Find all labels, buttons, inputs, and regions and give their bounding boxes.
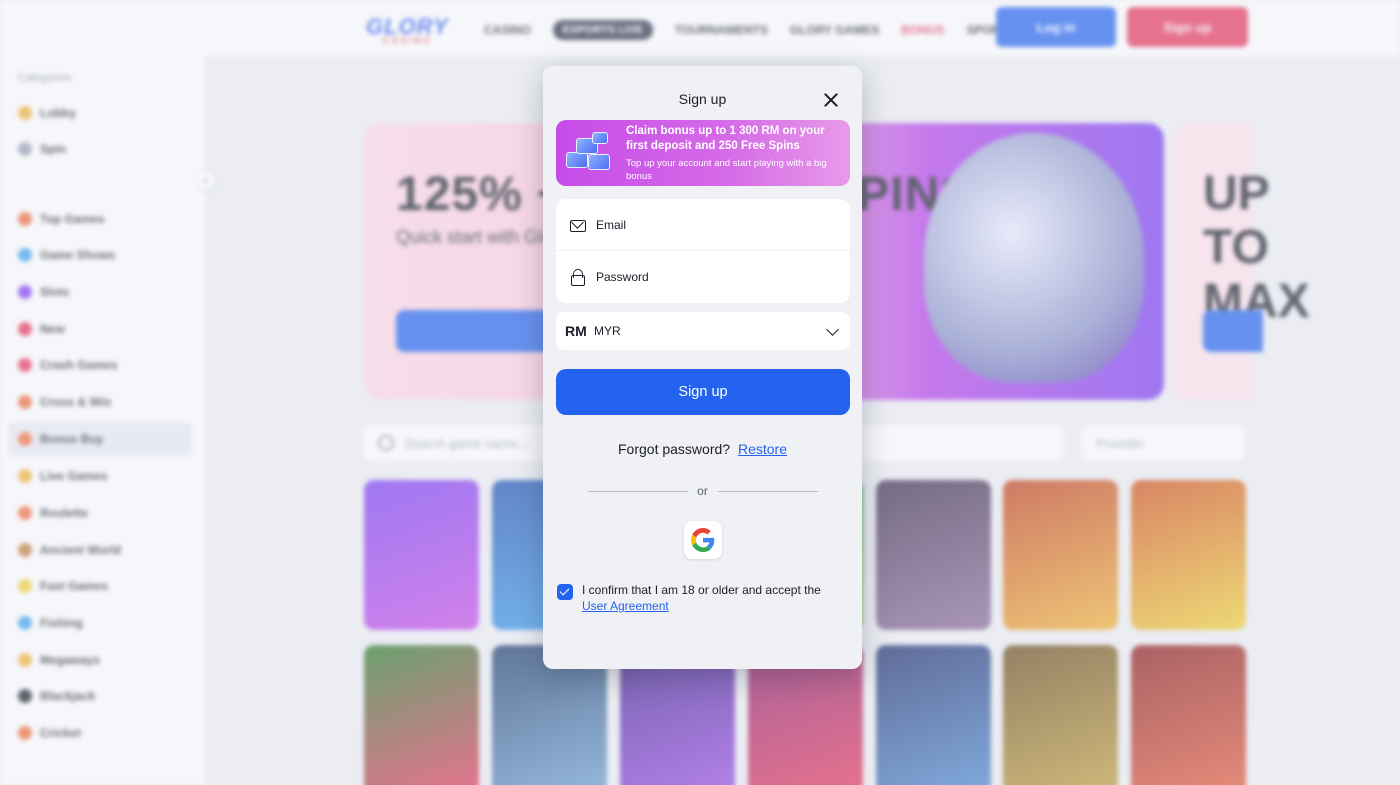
google-signin-button[interactable] bbox=[684, 521, 722, 559]
signup-submit-button[interactable]: Sign up bbox=[556, 369, 850, 415]
user-agreement-link[interactable]: User Agreement bbox=[582, 599, 669, 613]
password-input[interactable] bbox=[596, 270, 826, 284]
google-icon bbox=[691, 528, 715, 552]
promo-headline: Claim bonus up to 1 300 RM on your first… bbox=[626, 125, 825, 152]
chevron-down-icon bbox=[826, 323, 839, 336]
forgot-password-text: Forgot password? bbox=[618, 441, 731, 457]
age-confirm-label: I confirm that I am 18 or older and acce… bbox=[582, 582, 847, 614]
divider-right bbox=[718, 491, 818, 492]
promo-text: Top up your account and start playing wi… bbox=[626, 158, 827, 182]
email-input[interactable] bbox=[596, 217, 826, 232]
restore-link[interactable]: Restore bbox=[738, 441, 787, 457]
forgot-password-row: Forgot password? Restore bbox=[543, 441, 862, 457]
currency-code: MYR bbox=[594, 324, 621, 338]
signup-modal: Sign up Claim bonus up to 1 300 RM on yo… bbox=[543, 66, 862, 669]
currency-symbol: RM bbox=[565, 323, 587, 339]
email-field[interactable] bbox=[556, 199, 850, 250]
close-icon[interactable] bbox=[821, 90, 841, 110]
bonus-promo-banner: Claim bonus up to 1 300 RM on your first… bbox=[556, 120, 850, 186]
currency-select[interactable]: RM MYR bbox=[556, 312, 850, 350]
gift-boxes-icon bbox=[564, 130, 614, 176]
modal-title: Sign up bbox=[678, 91, 727, 107]
age-confirm-checkbox[interactable] bbox=[557, 584, 573, 600]
envelope-icon bbox=[570, 219, 586, 232]
age-confirm-text: I confirm that I am 18 or older and acce… bbox=[582, 583, 821, 597]
password-field[interactable] bbox=[556, 251, 850, 303]
lock-icon bbox=[570, 269, 586, 286]
